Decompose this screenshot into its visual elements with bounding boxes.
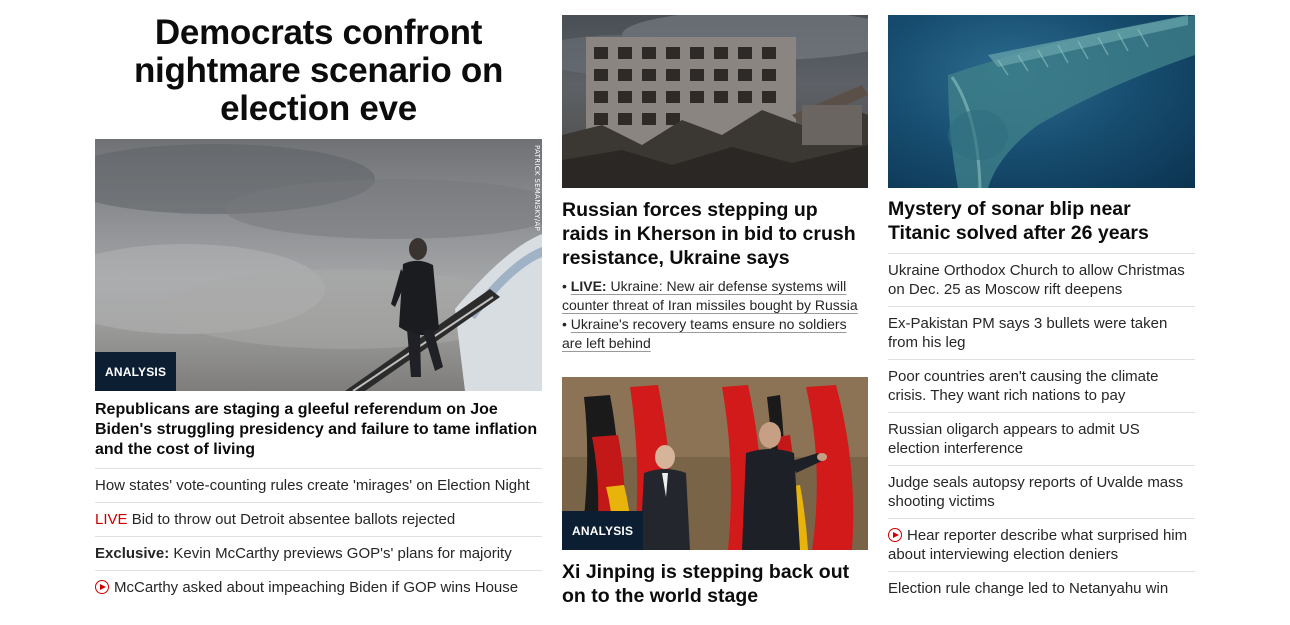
- list-item[interactable]: • Ukraine's recovery teams ensure no sol…: [562, 315, 868, 353]
- list-item[interactable]: Russian oligarch appears to admit US ele…: [888, 413, 1195, 466]
- ruins-photo-illustration: [562, 15, 868, 188]
- link-text[interactable]: Ukraine: New air defense systems will co…: [562, 278, 858, 313]
- link-text[interactable]: Russian oligarch appears to admit US ele…: [888, 421, 1140, 457]
- live-label: LIVE: [95, 511, 128, 528]
- titanic-wreck-image[interactable]: [888, 15, 1195, 188]
- link-text[interactable]: McCarthy asked about impeaching Biden if…: [114, 579, 518, 596]
- list-item[interactable]: McCarthy asked about impeaching Biden if…: [95, 571, 542, 604]
- list-item[interactable]: Ukraine Orthodox Church to allow Christm…: [888, 254, 1195, 307]
- titanic-headline[interactable]: Mystery of sonar blip near Titanic solve…: [888, 197, 1195, 245]
- xi-headline[interactable]: Xi Jinping is stepping back out on to th…: [562, 560, 868, 608]
- link-text[interactable]: Election rule change led to Netanyahu wi…: [888, 580, 1168, 597]
- lead-headline[interactable]: Democrats confront nightmare scenario on…: [95, 14, 542, 128]
- xi-scholz-image[interactable]: ANALYSIS: [562, 377, 868, 550]
- list-item[interactable]: • LIVE: Ukraine: New air defense systems…: [562, 277, 868, 315]
- kherson-related-links: • LIVE: Ukraine: New air defense systems…: [562, 277, 868, 353]
- lead-related-links: How states' vote-counting rules create '…: [95, 469, 542, 604]
- middle-column: Russian forces stepping up raids in Kher…: [562, 15, 868, 608]
- photo-credit: PATRICK SEMANSKY/AP: [533, 145, 541, 231]
- link-text[interactable]: Judge seals autopsy reports of Uvalde ma…: [888, 474, 1183, 510]
- bullet-icon: •: [562, 316, 567, 332]
- analysis-badge: ANALYSIS: [95, 352, 177, 391]
- analysis-badge: ANALYSIS: [562, 511, 644, 550]
- link-text[interactable]: Hear reporter describe what surprised hi…: [888, 527, 1187, 563]
- list-item[interactable]: Election rule change led to Netanyahu wi…: [888, 572, 1195, 605]
- right-column: Mystery of sonar blip near Titanic solve…: [888, 15, 1195, 605]
- titanic-photo-illustration: [948, 15, 1195, 188]
- link-text[interactable]: Poor countries aren't causing the climat…: [888, 368, 1159, 404]
- link-text[interactable]: Ex-Pakistan PM says 3 bullets were taken…: [888, 315, 1167, 351]
- play-icon: [95, 580, 109, 594]
- list-item[interactable]: LIVE Bid to throw out Detroit absentee b…: [95, 503, 542, 537]
- play-icon: [888, 528, 902, 542]
- link-text[interactable]: How states' vote-counting rules create '…: [95, 477, 530, 494]
- top-stories-list: Ukraine Orthodox Church to allow Christm…: [888, 253, 1195, 605]
- link-text[interactable]: Ukraine Orthodox Church to allow Christm…: [888, 262, 1185, 298]
- list-item[interactable]: Ex-Pakistan PM says 3 bullets were taken…: [888, 307, 1195, 360]
- lead-subheadline[interactable]: Republicans are staging a gleeful refere…: [95, 400, 542, 469]
- list-item[interactable]: Judge seals autopsy reports of Uvalde ma…: [888, 466, 1195, 519]
- lead-story: Democrats confront nightmare scenario on…: [95, 14, 542, 604]
- list-item[interactable]: Exclusive: Kevin McCarthy previews GOP's…: [95, 537, 542, 571]
- kherson-ruins-image[interactable]: [562, 15, 868, 188]
- kherson-headline[interactable]: Russian forces stepping up raids in Kher…: [562, 198, 868, 270]
- list-item[interactable]: Hear reporter describe what surprised hi…: [888, 519, 1195, 572]
- link-text[interactable]: Bid to throw out Detroit absentee ballot…: [128, 511, 456, 528]
- link-text[interactable]: Ukraine's recovery teams ensure no soldi…: [562, 316, 847, 351]
- bullet-icon: •: [562, 278, 567, 294]
- live-label: LIVE:: [570, 278, 607, 294]
- list-item[interactable]: Poor countries aren't causing the climat…: [888, 360, 1195, 413]
- exclusive-label: Exclusive:: [95, 545, 170, 562]
- link-text[interactable]: Kevin McCarthy previews GOP's' plans for…: [169, 545, 511, 562]
- lead-image-biden-plane[interactable]: PATRICK SEMANSKY/AP ANALYSIS: [95, 139, 542, 391]
- list-item[interactable]: How states' vote-counting rules create '…: [95, 469, 542, 503]
